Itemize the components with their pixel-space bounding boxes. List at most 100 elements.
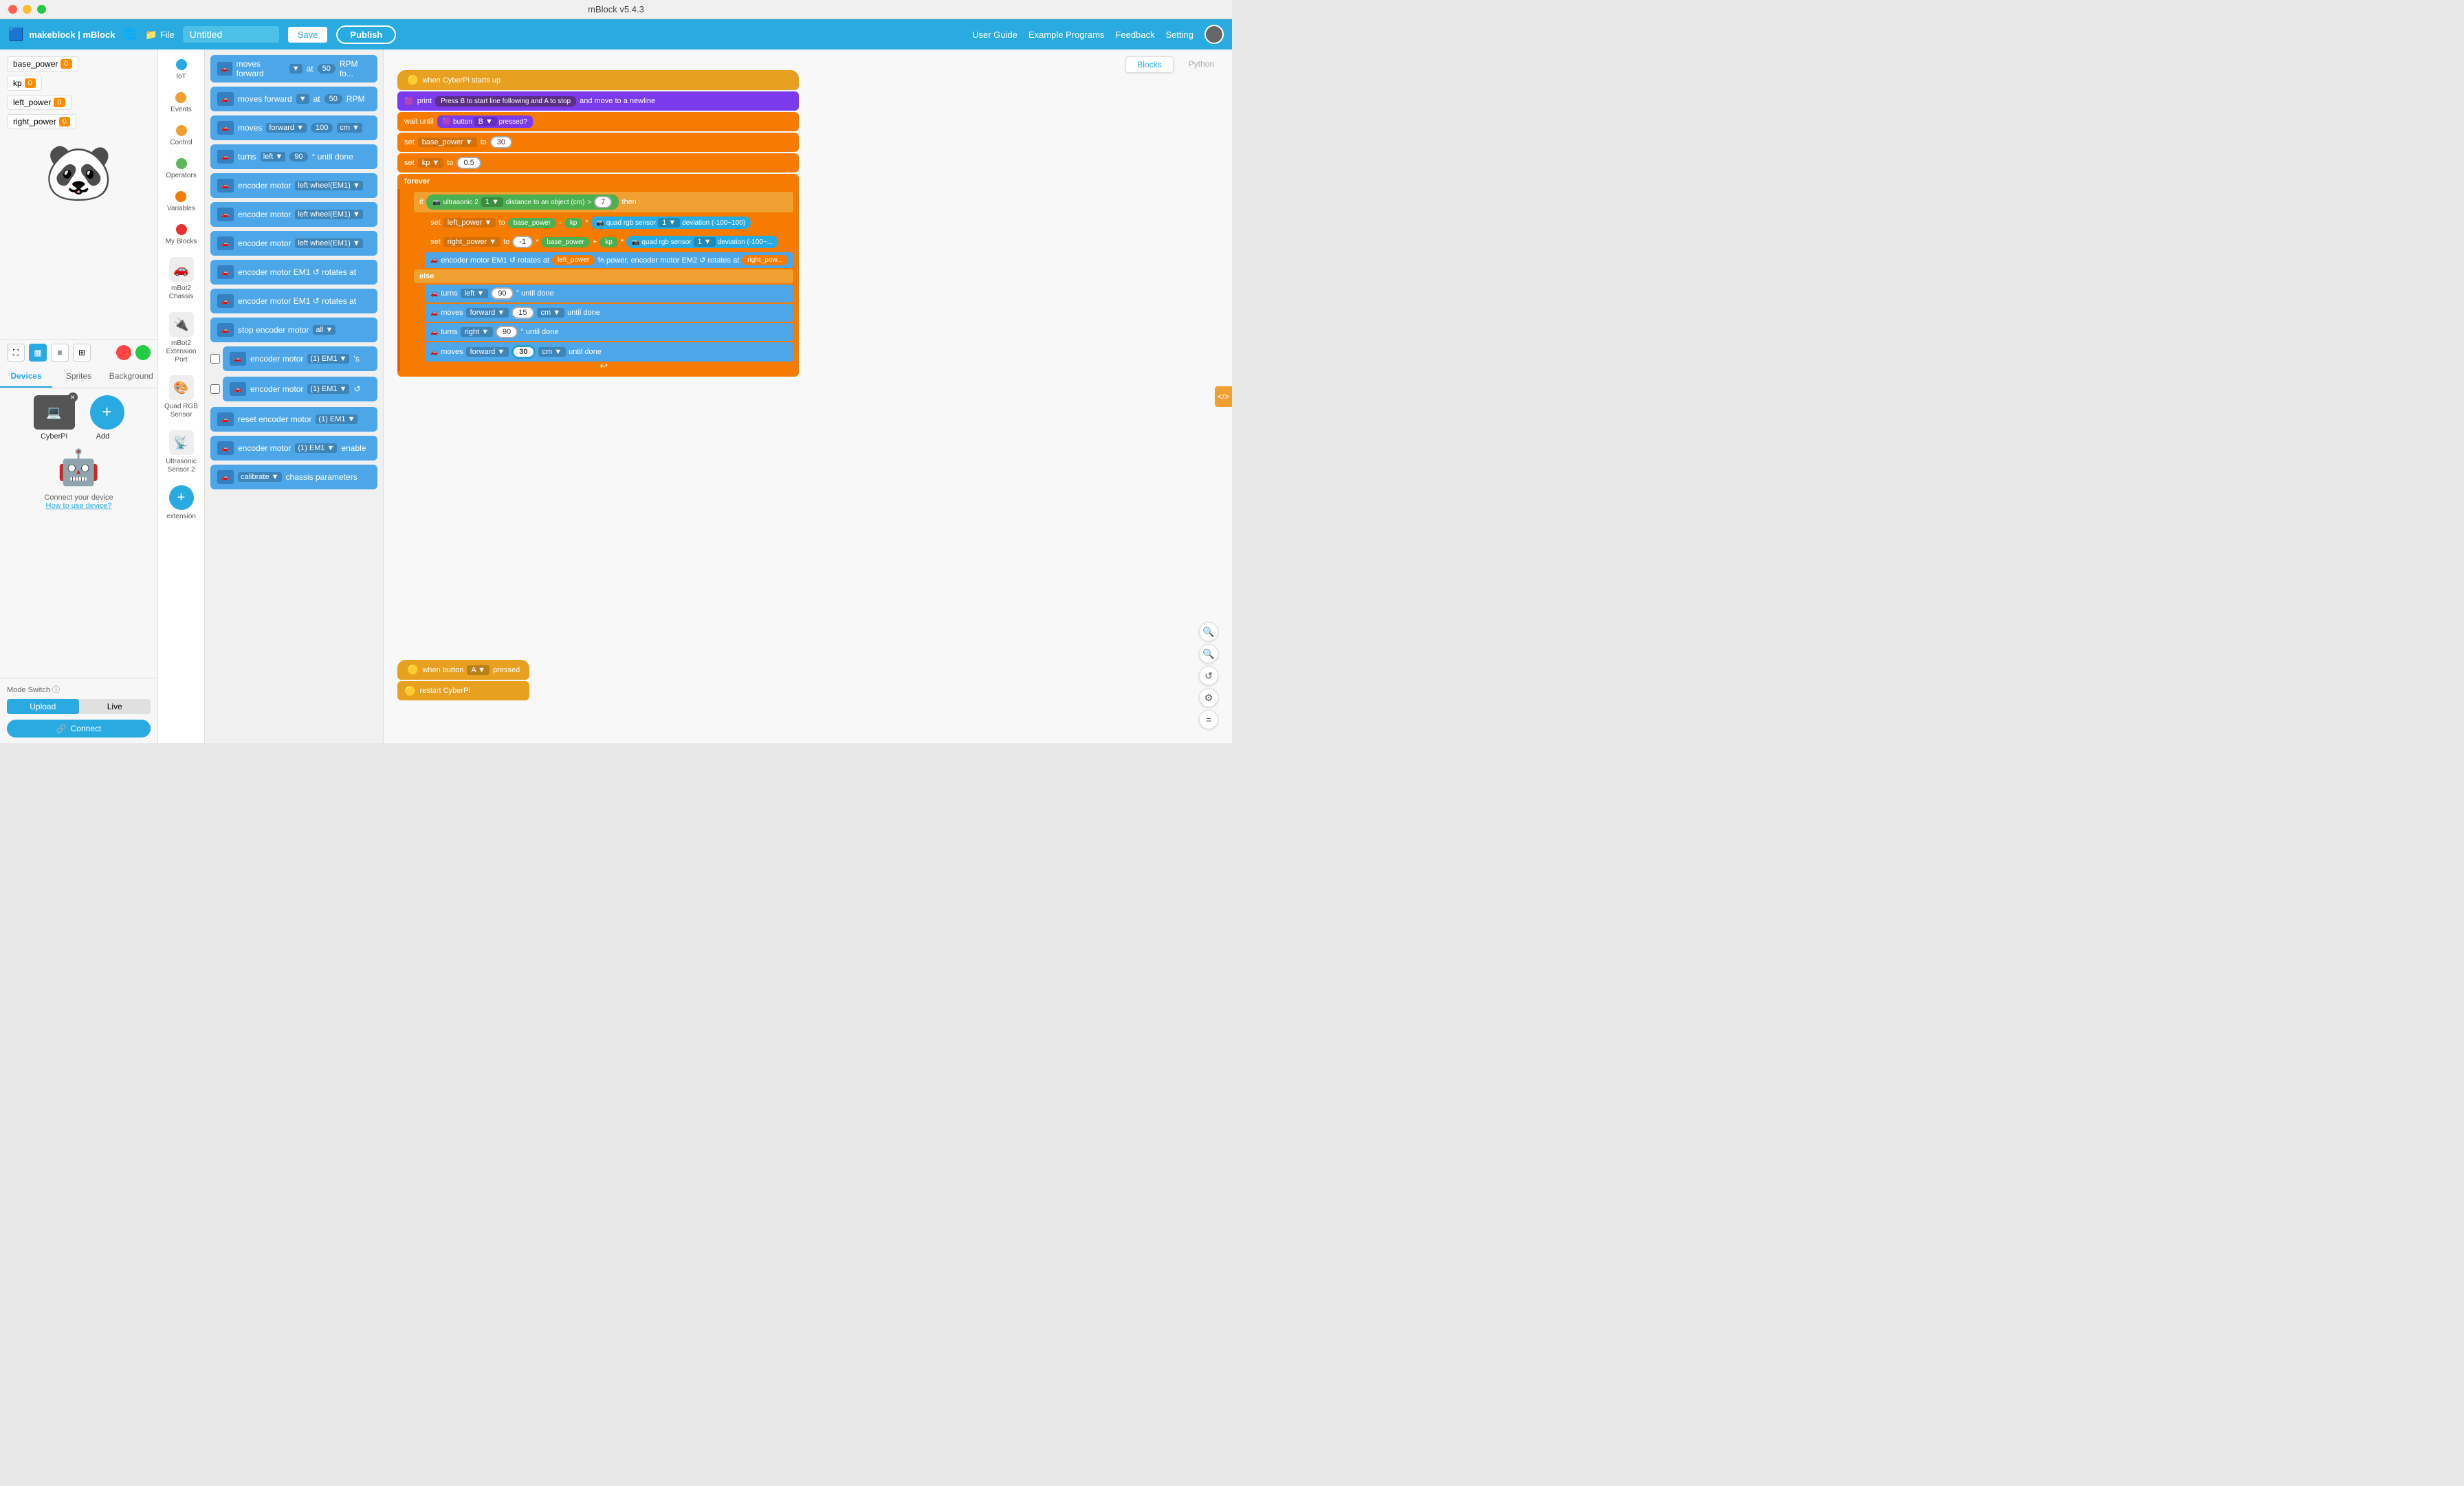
- left-panel: base_power 0 kp 0 left_power 0 right_pow…: [0, 49, 158, 743]
- block-calibrate[interactable]: 🚗 calibrate ▼ chassis parameters: [210, 465, 377, 489]
- feedback-link[interactable]: Feedback: [1115, 30, 1154, 40]
- block-moves-fwd-rpm-f[interactable]: 🚗 moves forward ▼ at 50 RPM fo...: [210, 55, 377, 82]
- user-guide-link[interactable]: User Guide: [972, 30, 1018, 40]
- view-grid-btn[interactable]: ▦: [29, 344, 47, 362]
- block-print[interactable]: 🟪 print Press B to start line following …: [397, 91, 799, 111]
- category-operators[interactable]: Operators: [163, 153, 199, 186]
- script-main: 🟡 when CyberPi starts up 🟪 print Press B…: [397, 70, 799, 377]
- block-encoder-em1-rot2[interactable]: 🚗 encoder motor EM1 ↺ rotates at: [210, 289, 377, 313]
- expand-code-btn[interactable]: </>: [1215, 386, 1232, 407]
- var-kp[interactable]: kp 0: [7, 76, 42, 91]
- devices-area: ✕ 💻 CyberPi + Add 🤖 Connect your device …: [0, 388, 157, 678]
- category-mbot2-ext[interactable]: 🔌 mBot2 Extension Port: [158, 307, 204, 370]
- category-mbot2-chassis[interactable]: 🚗 mBot2 Chassis: [158, 252, 204, 307]
- block-moves-fwd-30[interactable]: 🚗 moves forward ▼ 30 cm ▼ until done: [425, 342, 793, 362]
- block-set-kp[interactable]: set kp ▼ to 0.5: [397, 153, 799, 173]
- view-list-btn[interactable]: ≡: [51, 344, 69, 362]
- zoom-in-btn[interactable]: 🔍: [1199, 622, 1218, 641]
- device-close-btn[interactable]: ✕: [68, 392, 78, 402]
- add-device-item[interactable]: + Add: [82, 395, 124, 441]
- block-if[interactable]: if 📷 ultrasonic 2 1 ▼ distance to an obj…: [414, 192, 793, 212]
- add-device-btn[interactable]: +: [90, 395, 124, 430]
- link-icon: 🔗: [56, 724, 67, 733]
- block-encoder-em1-rot1[interactable]: 🚗 encoder motor EM1 ↺ rotates at: [210, 260, 377, 285]
- maximize-button[interactable]: [37, 5, 46, 14]
- block-encoder-1-em1[interactable]: 🚗 encoder motor (1) EM1 ▼ 's: [223, 346, 377, 371]
- block-when-cyberpi-starts[interactable]: 🟡 when CyberPi starts up: [397, 70, 799, 90]
- category-quad-rgb[interactable]: 🎨 Quad RGB Sensor: [158, 370, 204, 425]
- avatar[interactable]: [1204, 25, 1224, 44]
- left-tabs: Devices Sprites Background: [0, 366, 157, 388]
- category-extension[interactable]: + extension: [164, 480, 199, 526]
- category-ultrasonic[interactable]: 📡 Ultrasonic Sensor 2: [158, 425, 204, 480]
- tab-blocks[interactable]: Blocks: [1125, 56, 1173, 73]
- category-my-blocks[interactable]: My Blocks: [163, 219, 200, 252]
- example-programs-link[interactable]: Example Programs: [1028, 30, 1105, 40]
- block-turns-right[interactable]: 🚗 turns right ▼ 90 ° until done: [425, 323, 793, 341]
- block-turns[interactable]: 🚗 turns left ▼ 90 ° until done: [210, 144, 377, 169]
- block-if-end: ↩: [414, 363, 793, 368]
- view-expand-btn[interactable]: ⛶: [7, 344, 25, 362]
- publish-button[interactable]: Publish: [336, 25, 396, 44]
- var-left-power[interactable]: left_power 0: [7, 95, 72, 110]
- block-set-left-power[interactable]: set left_power ▼ to base_power - kp * 📷 …: [425, 214, 793, 232]
- zoom-out-btn[interactable]: 🔍: [1199, 644, 1218, 663]
- block-checkbox-2[interactable]: [210, 384, 220, 394]
- tab-devices[interactable]: Devices: [0, 366, 52, 388]
- block-encoder-enable[interactable]: 🚗 encoder motor (1) EM1 ▼ enable: [210, 436, 377, 461]
- stop-btn[interactable]: [116, 345, 131, 360]
- category-variables[interactable]: Variables: [164, 186, 198, 219]
- block-stop-encoder[interactable]: 🚗 stop encoder motor all ▼: [210, 318, 377, 342]
- block-wait-until[interactable]: wait until 🟪 button B ▼ pressed?: [397, 112, 799, 131]
- block-encoder-rotates[interactable]: 🚗 encoder motor EM1 ↺ rotates at left_po…: [425, 252, 793, 268]
- var-right-power[interactable]: right_power 0: [7, 114, 76, 129]
- block-encoder-1-em1-2[interactable]: 🚗 encoder motor (1) EM1 ▼ ↺: [223, 377, 377, 401]
- block-reset-encoder[interactable]: 🚗 reset encoder motor (1) EM1 ▼: [210, 407, 377, 432]
- category-events[interactable]: Events: [168, 87, 195, 120]
- category-iot[interactable]: IoT: [173, 54, 190, 87]
- close-button[interactable]: [8, 5, 17, 14]
- globe-icon[interactable]: 🌐: [123, 27, 137, 41]
- zoom-reset-btn[interactable]: ↺: [1199, 666, 1218, 685]
- block-checkbox-1[interactable]: [210, 354, 220, 364]
- play-btn[interactable]: [135, 345, 151, 360]
- tab-background[interactable]: Background: [105, 366, 157, 388]
- zoom-fit-btn[interactable]: ⚙: [1199, 688, 1218, 707]
- zoom-equal-btn[interactable]: =: [1199, 710, 1218, 729]
- project-title-input[interactable]: [183, 26, 279, 43]
- save-button[interactable]: Save: [287, 26, 329, 43]
- block-moves-fwd-cm[interactable]: 🚗 moves forward ▼ 100 cm ▼: [210, 115, 377, 140]
- panda-image: 🐼: [45, 140, 113, 205]
- block-encoder-lw3[interactable]: 🚗 encoder motor left wheel(EM1) ▼: [210, 231, 377, 256]
- script-button-a: 🟡 when button A ▼ pressed 🟡 restart Cybe…: [397, 660, 529, 702]
- tab-sprites[interactable]: Sprites: [52, 366, 104, 388]
- mode-buttons: Upload Live: [7, 699, 151, 714]
- live-mode-btn[interactable]: Live: [79, 699, 151, 714]
- block-moves-fwd-15[interactable]: 🚗 moves forward ▼ 15 cm ▼ until done: [425, 304, 793, 322]
- block-moves-fwd-rpm[interactable]: 🚗 moves forward ▼ at 50 RPM: [210, 87, 377, 111]
- block-encoder-lw1[interactable]: 🚗 encoder motor left wheel(EM1) ▼: [210, 173, 377, 198]
- category-control[interactable]: Control: [167, 120, 195, 153]
- block-restart[interactable]: 🟡 restart CyberPi: [397, 681, 529, 700]
- block-else: else: [414, 269, 793, 283]
- block-set-base-power[interactable]: set base_power ▼ to 30: [397, 133, 799, 152]
- file-menu[interactable]: 📁 File: [145, 29, 174, 41]
- block-set-right-power[interactable]: set right_power ▼ to -1 * base_power + k…: [425, 233, 793, 251]
- block-turns-left[interactable]: 🚗 turns left ▼ 90 ° until done: [425, 285, 793, 302]
- block-when-button-a[interactable]: 🟡 when button A ▼ pressed: [397, 660, 529, 680]
- var-base-power[interactable]: base_power 0: [7, 56, 78, 71]
- variables-area: base_power 0 kp 0 left_power 0 right_pow…: [0, 49, 157, 339]
- cyberpi-device[interactable]: ✕ 💻 CyberPi: [34, 395, 75, 441]
- setting-link[interactable]: Setting: [1166, 30, 1194, 40]
- how-to-link[interactable]: How to use device?: [44, 502, 113, 510]
- block-forever[interactable]: forever: [397, 174, 799, 189]
- tab-python[interactable]: Python: [1178, 56, 1225, 73]
- add-device-label: Add: [96, 432, 110, 441]
- upload-mode-btn[interactable]: Upload: [7, 699, 79, 714]
- minimize-button[interactable]: [23, 5, 32, 14]
- canvas-area: Blocks Python </> 🟡 when CyberPi starts …: [384, 49, 1232, 743]
- connect-button[interactable]: 🔗 Connect: [7, 720, 151, 738]
- view-tile-btn[interactable]: ⊞: [73, 344, 91, 362]
- block-encoder-lw2[interactable]: 🚗 encoder motor left wheel(EM1) ▼: [210, 202, 377, 227]
- categories-panel: IoT Events Control Operators Variables M…: [158, 49, 205, 743]
